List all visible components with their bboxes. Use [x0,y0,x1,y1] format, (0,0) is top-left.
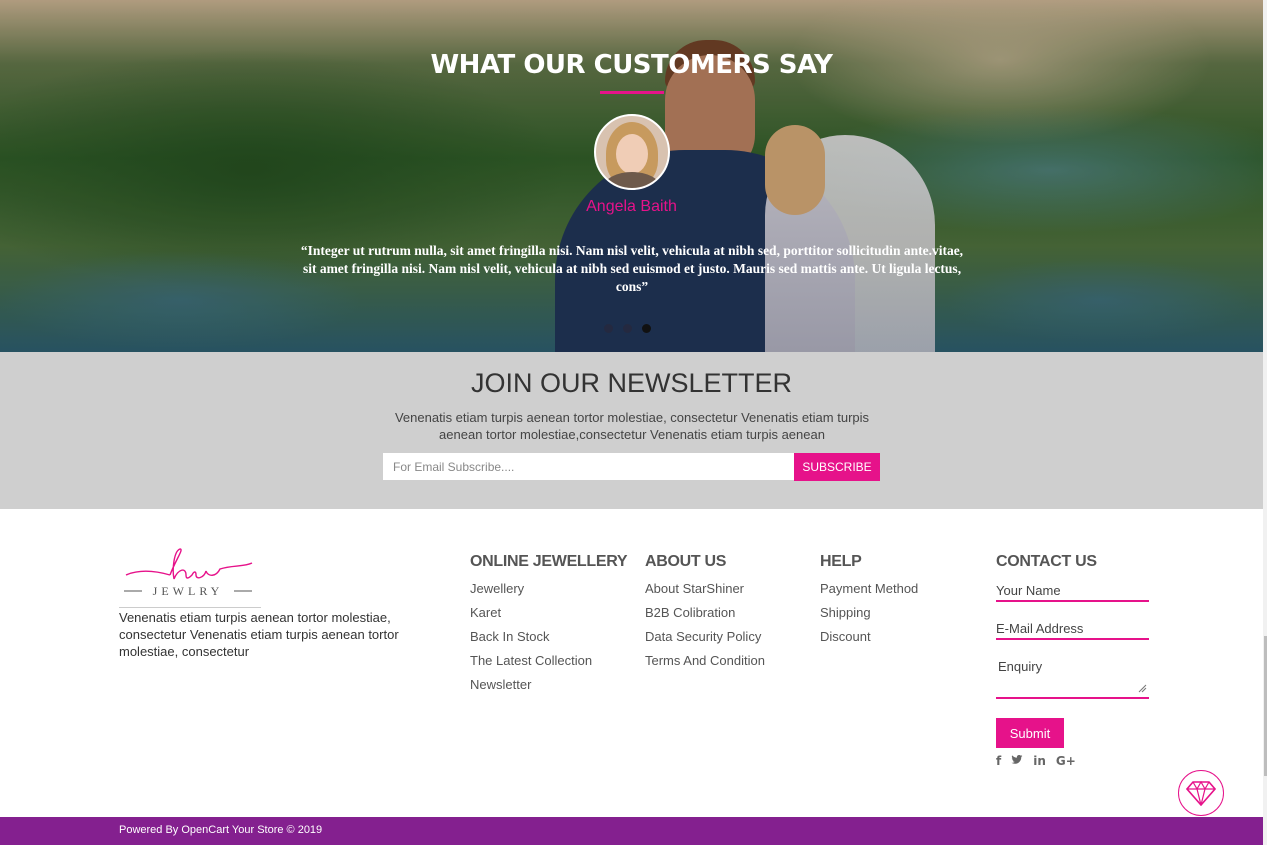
diamond-icon [1186,780,1216,806]
footer-heading-about-us: ABOUT US [645,553,727,570]
social-links: f in G+ [996,754,1076,768]
newsletter-email-input[interactable] [383,453,799,480]
footer-link-jewellery[interactable]: Jewellery [470,577,627,601]
footer-column-contact-us: CONTACT US Submit f in G+ [996,553,1150,768]
footer-column-online-jewellery: ONLINE JEWELLERY Jewellery Karet Back In… [470,553,628,697]
footer-link-about-starshiner[interactable]: About StarShiner [645,577,765,601]
testimonial-quote: “Integer ut rutrum nulla, sit amet fring… [300,243,964,294]
footer-link-back-in-stock[interactable]: Back In Stock [470,625,627,649]
scroll-to-top-button[interactable] [1178,770,1224,816]
footer-about-text: Venenatis etiam turpis aenean tortor mol… [119,610,399,659]
footer-link-shipping[interactable]: Shipping [820,601,918,625]
carousel-pagination [604,324,651,333]
footer-link-newsletter[interactable]: Newsletter [470,673,627,697]
contact-enquiry-field[interactable] [996,657,1149,699]
logo-divider [119,607,261,608]
resize-grip-icon[interactable] [1137,683,1147,693]
linkedin-icon[interactable]: in [1033,754,1046,768]
footer-column-help: HELP Payment Method Shipping Discount [820,553,918,649]
subscribe-button[interactable]: SUBSCRIBE [794,453,880,481]
contact-submit-button[interactable]: Submit [996,718,1064,748]
twitter-icon[interactable] [1011,754,1023,768]
brand-logo[interactable]: JEWLRY [120,545,260,607]
newsletter-description: Venenatis etiam turpis aenean tortor mol… [394,410,870,442]
newsletter-title: JOIN OUR NEWSLETTER [470,368,793,398]
footer-link-terms-and-condition[interactable]: Terms And Condition [645,649,765,673]
title-underline [600,91,664,94]
footer-link-b2b-colibration[interactable]: B2B Colibration [645,601,765,625]
copyright-bar: Powered By OpenCart Your Store © 2019 [0,817,1263,845]
reviewer-name: Angela Baith [586,198,677,215]
footer-column-about-us: ABOUT US About StarShiner B2B Colibratio… [645,553,765,673]
facebook-icon[interactable]: f [996,754,1001,768]
footer-heading-contact-us: CONTACT US [996,553,1097,570]
footer-heading-help: HELP [820,553,862,570]
google-plus-icon[interactable]: G+ [1056,754,1076,768]
carousel-dot-2[interactable] [623,324,632,333]
footer-link-latest-collection[interactable]: The Latest Collection [470,649,627,673]
carousel-dot-1[interactable] [604,324,613,333]
reviewer-avatar [594,114,670,190]
footer-link-payment-method[interactable]: Payment Method [820,577,918,601]
footer-link-data-security-policy[interactable]: Data Security Policy [645,625,765,649]
footer: JEWLRY Venenatis etiam turpis aenean tor… [0,509,1263,817]
contact-email-field[interactable] [996,619,1149,640]
carousel-dot-3[interactable] [642,324,651,333]
footer-heading-online-jewellery: ONLINE JEWELLERY [470,553,628,570]
logo-mark: JEWLRY [124,548,253,598]
contact-name-field[interactable] [996,581,1149,602]
avatar-face [616,134,648,174]
testimonials-title: WHAT OUR CUSTOMERS SAY [430,50,834,80]
newsletter-section: JOIN OUR NEWSLETTER Venenatis etiam turp… [0,352,1263,509]
copyright-text: Powered By OpenCart Your Store © 2019 [119,824,323,836]
footer-link-discount[interactable]: Discount [820,625,918,649]
testimonial-section: WHAT OUR CUSTOMERS SAY Angela Baith “Int… [0,0,1263,352]
svg-text:JEWLRY: JEWLRY [153,584,224,598]
footer-link-karet[interactable]: Karet [470,601,627,625]
